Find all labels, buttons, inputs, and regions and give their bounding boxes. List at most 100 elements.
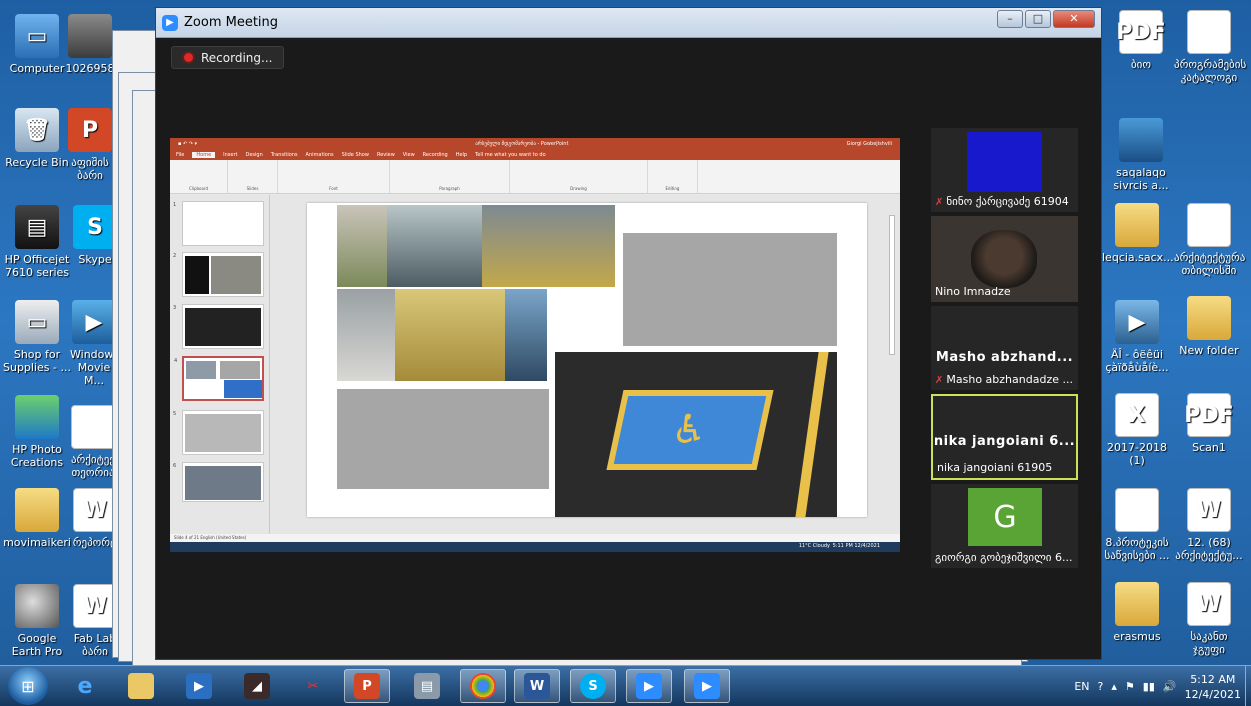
- desktop-icon-new-folder[interactable]: New folder: [1174, 296, 1244, 357]
- participant-avatar: G: [968, 488, 1042, 546]
- desktop-icon-erasmus[interactable]: erasmus: [1102, 582, 1172, 643]
- recording-dot-icon: [184, 53, 193, 62]
- ppt-tab[interactable]: Recording: [423, 152, 448, 158]
- desktop-icon-google-earth[interactable]: Google Earth Pro: [2, 584, 72, 658]
- movie-maker-icon: ▶: [72, 300, 116, 344]
- current-slide[interactable]: ♿: [307, 203, 867, 517]
- help-icon[interactable]: ?: [1098, 680, 1104, 693]
- slide-thumbnails-panel[interactable]: 1 2 3 4 5 6: [170, 195, 270, 534]
- taskbar-ie[interactable]: e: [62, 669, 108, 703]
- slide-thumbnail[interactable]: 5: [173, 410, 264, 455]
- desktop-icon-movimaikeri[interactable]: movimaikeri: [2, 488, 72, 549]
- desktop-icon-hp-photo[interactable]: HP Photo Creations: [2, 395, 72, 469]
- start-button[interactable]: ⊞: [8, 667, 48, 705]
- system-tray: EN ? ▴ ⚑ ▮▮ 🔊 5:12 AM 12/4/2021: [1074, 666, 1241, 706]
- zoom-logo-icon: ▶: [162, 14, 178, 31]
- taskbar-chrome[interactable]: [460, 669, 506, 703]
- skype-icon: S: [73, 205, 117, 249]
- recycle-bin-icon: 🗑: [15, 108, 59, 152]
- close-button[interactable]: ✕: [1053, 10, 1095, 28]
- taskbar-media-center[interactable]: ▶: [176, 669, 222, 703]
- network-icon[interactable]: ▮▮: [1143, 680, 1155, 693]
- desktop-icon-scan1[interactable]: PDF Scan1: [1174, 393, 1244, 454]
- ppt-scrollbar[interactable]: [889, 215, 895, 355]
- desktop-icon-arch-theory[interactable]: არქიტექ თეორია: [68, 405, 118, 479]
- document-icon: [1187, 203, 1231, 247]
- computer-icon: ▭: [15, 14, 59, 58]
- desktop-icon-protek[interactable]: 8.პროტეკის საწვისები ...: [1102, 488, 1172, 562]
- slide-thumbnail-selected[interactable]: 4: [174, 356, 264, 401]
- taskbar-paint[interactable]: ✂: [290, 669, 336, 703]
- desktop-icon-catalog[interactable]: პროგრამების კატალოგი: [1174, 10, 1246, 84]
- show-desktop-button[interactable]: [1245, 666, 1251, 706]
- scanner-icon: ▤: [414, 673, 440, 699]
- ppt-tab[interactable]: File: [176, 152, 184, 158]
- minimize-button[interactable]: –: [997, 10, 1023, 28]
- participant-tile-active-speaker[interactable]: nika jangoiani 6... nika jangoiani 61905: [931, 394, 1078, 480]
- laptop-ppt-icon: [1119, 118, 1163, 162]
- participant-tile[interactable]: G გიორგი გობეჯიშვილი 6...: [931, 484, 1078, 568]
- language-indicator[interactable]: EN: [1074, 680, 1089, 693]
- show-hidden-icons[interactable]: ▴: [1111, 680, 1117, 693]
- participant-tile[interactable]: Masho abzhand... ✗ Masho abzhandadze ...: [931, 306, 1078, 390]
- slide-thumbnail[interactable]: 1: [173, 201, 264, 246]
- taskbar-word[interactable]: W: [514, 669, 560, 703]
- volume-icon[interactable]: 🔊: [1163, 680, 1177, 693]
- taskbar-zoom-meeting[interactable]: ▶: [684, 669, 730, 703]
- document-icon: [71, 405, 115, 449]
- window-title: Zoom Meeting: [184, 15, 279, 30]
- ppt-tab[interactable]: View: [403, 152, 415, 158]
- maximize-button[interactable]: □: [1025, 10, 1051, 28]
- desktop-icon-bio[interactable]: PDF ბიო: [1106, 10, 1176, 71]
- flag-icon[interactable]: ⚑: [1125, 680, 1135, 693]
- desktop-icon-arch-tbilisi[interactable]: არქიტექტურა თბილისში: [1174, 203, 1245, 277]
- ppt-tab[interactable]: Insert: [223, 152, 237, 158]
- taskbar-explorer[interactable]: [118, 669, 164, 703]
- desktop-icon-arch-12[interactable]: W 12. (68) არქიტექტუ...: [1174, 488, 1244, 562]
- desktop-icon-excel[interactable]: X 2017-2018 (1): [1102, 393, 1172, 467]
- desktop-icon-group[interactable]: W საკანთ ჯგუფი: [1174, 582, 1244, 656]
- ppt-search[interactable]: Tell me what you want to do: [475, 152, 546, 158]
- hp-photo-icon: [15, 395, 59, 439]
- taskbar-archicad[interactable]: ◢: [234, 669, 280, 703]
- zoom-titlebar[interactable]: ▶ Zoom Meeting – □ ✕: [156, 8, 1101, 38]
- taskbar-powerpoint[interactable]: P: [344, 669, 390, 703]
- taskbar-scanner[interactable]: ▤: [404, 669, 450, 703]
- ppt-tab-home[interactable]: Home: [192, 152, 216, 158]
- ppt-file-icon: [1115, 488, 1159, 532]
- ppt-titlebar: ▪ ↶ ↷ ▾ არსებული მდგომარეობა - PowerPoin…: [170, 138, 900, 150]
- ppt-tab[interactable]: Review: [377, 152, 395, 158]
- recording-indicator[interactable]: Recording...: [171, 46, 284, 69]
- taskbar-skype[interactable]: S: [570, 669, 616, 703]
- slide-thumbnail[interactable]: 3: [173, 304, 264, 349]
- slide-photo-door: [337, 205, 387, 287]
- participant-tile[interactable]: ✗ ნინო ქარცივაძე 61904: [931, 128, 1078, 212]
- ppt-tab[interactable]: Slide Show: [342, 152, 369, 158]
- desktop-icon-afisha[interactable]: P აფიშის ბარი: [62, 108, 118, 182]
- slide-thumbnail[interactable]: 6: [173, 462, 264, 502]
- participant-tile[interactable]: Nino Imnadze: [931, 216, 1078, 302]
- ribbon-group-font: Font: [278, 160, 390, 193]
- ppt-tab[interactable]: Help: [456, 152, 467, 158]
- desktop-icon-video-file[interactable]: ▶ ÄÎ - ôëêüi çàïðåùåíè...: [1102, 300, 1172, 374]
- desktop-icon-printer[interactable]: ▤ HP Officejet 7610 series: [2, 205, 72, 279]
- slide-thumbnail[interactable]: 2: [173, 252, 264, 297]
- ppt-tab[interactable]: Design: [245, 152, 262, 158]
- zoom-meeting-window[interactable]: ▶ Zoom Meeting – □ ✕ Recording... ▪ ↶ ↷ …: [155, 7, 1102, 660]
- desktop-icon-saqalaqo[interactable]: saqalaqo sivrcis a...: [1106, 118, 1176, 192]
- word-file-icon: W: [1187, 582, 1231, 626]
- shared-screen[interactable]: ▪ ↶ ↷ ▾ არსებული მდგომარეობა - PowerPoin…: [170, 138, 900, 552]
- clock[interactable]: 5:12 AM 12/4/2021: [1185, 672, 1241, 702]
- desktop-icon-shop[interactable]: ▭ Shop for Supplies - ...: [2, 300, 72, 374]
- ribbon-group-slides: Slides: [228, 160, 278, 193]
- muted-mic-icon: ✗: [935, 375, 944, 386]
- desktop-icon-leqcia[interactable]: leqcia.sacx...: [1102, 203, 1174, 264]
- ppt-tab[interactable]: Transitions: [271, 152, 298, 158]
- desktop-icon-movie-maker[interactable]: ▶ Windows Movie M...: [70, 300, 119, 387]
- chrome-icon: [470, 673, 496, 699]
- document-icon: [1187, 10, 1231, 54]
- ppt-tab[interactable]: Animations: [306, 152, 334, 158]
- desktop-icon-photo[interactable]: 1026958: [62, 14, 118, 75]
- folder-icon: [1115, 203, 1159, 247]
- taskbar-zoom[interactable]: ▶: [626, 669, 672, 703]
